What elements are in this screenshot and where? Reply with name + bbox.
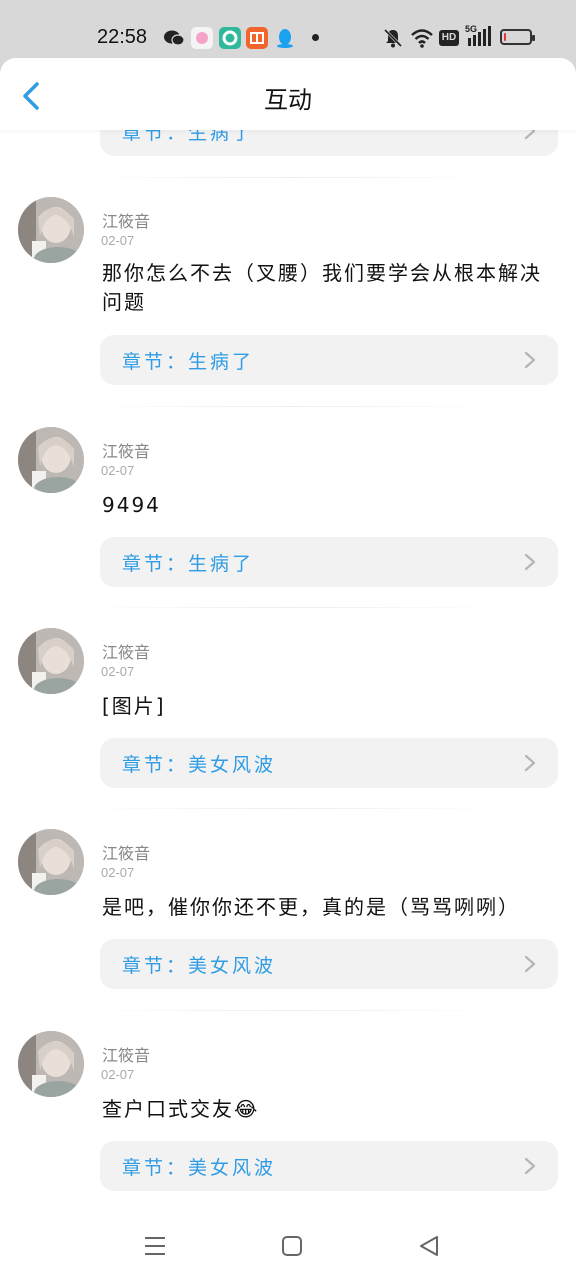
avatar[interactable]: [18, 829, 84, 895]
header: 互动: [0, 58, 576, 130]
signal-5g-icon: 5G: [465, 24, 493, 48]
divider: [80, 177, 500, 178]
comment-text: 查户口式交友😂: [102, 1097, 260, 1121]
comment-text: [图片]: [102, 694, 166, 718]
chevron-right-icon: [524, 955, 536, 973]
hd-icon: HD: [439, 30, 459, 46]
system-nav-bar: [0, 1212, 576, 1280]
chevron-right-icon: [524, 351, 536, 369]
chevron-right-icon: [524, 754, 536, 772]
app-icon-green: [219, 27, 241, 49]
comment-author: 江筱音: [102, 844, 151, 863]
comment-date: 02-07: [101, 463, 135, 478]
comment-date: 02-07: [101, 664, 135, 679]
chapter-link-label: 章节：美女风波: [122, 955, 277, 977]
chapter-link-label: 章节：生病了: [122, 351, 255, 373]
home-button[interactable]: [278, 1232, 306, 1260]
chevron-right-icon: [524, 130, 536, 140]
comment-author: 江筱音: [102, 1046, 151, 1065]
divider: [80, 607, 500, 608]
chevron-right-icon: [524, 1157, 536, 1175]
avatar[interactable]: [18, 628, 84, 694]
page-title: 互动: [264, 86, 312, 114]
chapter-link[interactable]: 章节：生病了: [100, 335, 558, 385]
app-icon-pink: [191, 27, 213, 49]
comment-text: 那你怎么不去（叉腰）我们要学会从根本解决问题: [102, 261, 542, 314]
app-icon-orange: [246, 27, 268, 49]
avatar[interactable]: [18, 427, 84, 493]
chapter-link-label: 章节：美女风波: [122, 1157, 277, 1179]
battery-icon: [500, 29, 535, 45]
chapter-link-label: 章节：生病了: [122, 553, 255, 575]
back-nav-button[interactable]: [415, 1232, 443, 1260]
chapter-link[interactable]: 章节：生病了: [100, 537, 558, 587]
divider: [80, 406, 500, 407]
avatar[interactable]: [18, 197, 84, 263]
qq-icon: [274, 27, 296, 49]
comment-author: 江筱音: [102, 643, 151, 662]
comment-text: 是吧，催你你还不更，真的是（骂骂咧咧）: [102, 895, 520, 919]
chapter-link-label: 章节：美女风波: [122, 754, 277, 776]
more-notifications-dot: [312, 34, 319, 41]
comment-date: 02-07: [101, 865, 135, 880]
comment-date: 02-07: [101, 1067, 135, 1082]
wifi-icon: [410, 27, 434, 53]
chapter-link-label: 章节：生病了: [122, 130, 255, 144]
divider: [80, 808, 500, 809]
chapter-link[interactable]: 章节：美女风波: [100, 1141, 558, 1191]
comment-text: 9494: [102, 493, 161, 517]
chevron-right-icon: [524, 553, 536, 571]
chapter-link[interactable]: 章节：生病了: [100, 130, 558, 156]
comment-date: 02-07: [101, 233, 135, 248]
battery-level: [504, 33, 506, 41]
home-icon: [282, 1236, 302, 1256]
comment-list[interactable]: 章节：生病了 江筱音 02-07 那你怎么不去（叉腰）我们要学会从根本解决问题 …: [0, 130, 576, 1210]
wechat-icon: [163, 27, 185, 49]
menu-button[interactable]: [141, 1232, 169, 1260]
comment-author: 江筱音: [102, 212, 151, 231]
menu-icon: [145, 1237, 165, 1255]
divider: [80, 1010, 500, 1011]
chapter-link[interactable]: 章节：美女风波: [100, 939, 558, 989]
comment-author: 江筱音: [102, 442, 151, 461]
chapter-link[interactable]: 章节：美女风波: [100, 738, 558, 788]
mute-icon: [382, 27, 404, 53]
status-time: 22:58: [97, 26, 148, 48]
avatar[interactable]: [18, 1031, 84, 1097]
back-triangle-icon: [420, 1236, 438, 1256]
